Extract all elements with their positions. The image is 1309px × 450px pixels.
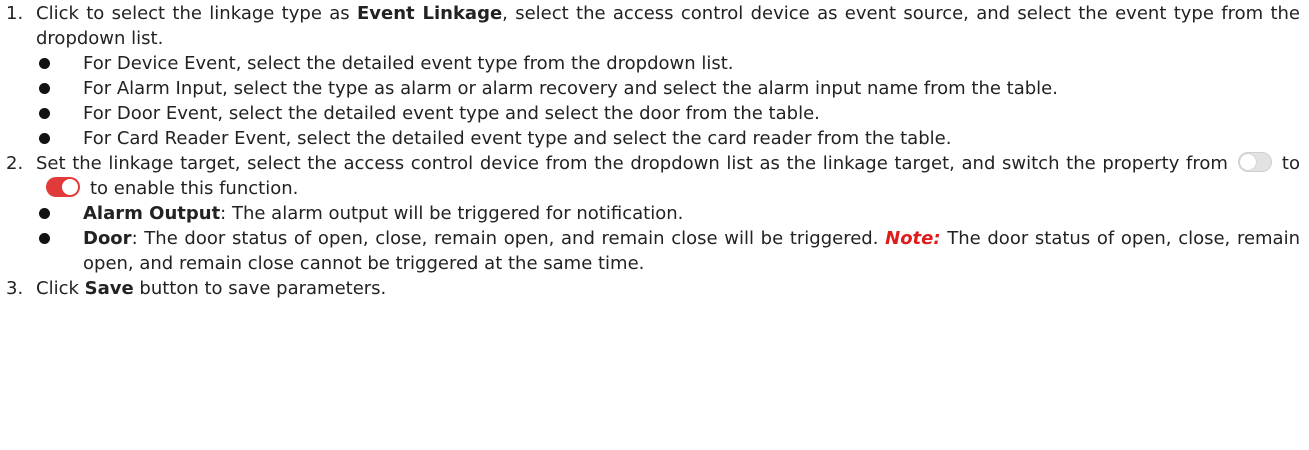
bullet-item: For Alarm Input, select the type as alar… — [0, 76, 1300, 101]
bullet-icon — [39, 58, 50, 69]
step-number: 1. — [6, 3, 24, 24]
step-text: Click to select the linkage type as Even… — [36, 1, 1300, 51]
bullet-term: Alarm Output — [83, 203, 221, 224]
bullet-text: For Device Event, select the detailed ev… — [83, 53, 734, 74]
bullet-icon — [39, 133, 50, 144]
bullet-item: Alarm Output: The alarm output will be t… — [0, 201, 1300, 226]
step-2: 2. Set the linkage target, select the ac… — [0, 151, 1300, 201]
bullet-icon — [39, 208, 50, 219]
step-text: Set the linkage target, select the acces… — [36, 151, 1300, 201]
toggle-off-icon — [1237, 152, 1272, 172]
note-label: Note: — [885, 228, 941, 249]
step-text-bold: Event Linkage — [356, 3, 503, 24]
step-text-post: button to save parameters. — [133, 278, 387, 299]
step-2-bullet-list: Alarm Output: The alarm output will be t… — [0, 201, 1300, 276]
step-1-bullet-list: For Device Event, select the detailed ev… — [0, 51, 1300, 151]
step-text-post: to enable this function. — [90, 178, 299, 199]
bullet-icon — [39, 108, 50, 119]
bullet-text: : The alarm output will be triggered for… — [220, 203, 684, 224]
bullet-item: For Card Reader Event, select the detail… — [0, 126, 1300, 151]
bullet-item: For Device Event, select the detailed ev… — [0, 51, 1300, 76]
step-text-mid: to — [1281, 153, 1300, 174]
bullet-icon — [39, 233, 50, 244]
bullet-text: For Door Event, select the detailed even… — [83, 103, 820, 124]
step-text-bold: Save — [84, 278, 134, 299]
step-text: Click Save button to save parameters. — [36, 276, 1300, 301]
step-1: 1. Click to select the linkage type as E… — [0, 1, 1300, 51]
step-number: 3. — [6, 278, 24, 299]
step-text-pre: Click to select the linkage type as — [36, 3, 357, 24]
bullet-text: : The door status of open, close, remain… — [131, 228, 886, 249]
bullet-text: For Alarm Input, select the type as alar… — [83, 78, 1058, 99]
step-number: 2. — [6, 153, 24, 174]
bullet-item: Door: The door status of open, close, re… — [0, 226, 1300, 276]
step-3: 3. Click Save button to save parameters. — [0, 276, 1300, 301]
bullet-icon — [39, 83, 50, 94]
bullet-item: For Door Event, select the detailed even… — [0, 101, 1300, 126]
toggle-knob — [1239, 154, 1256, 170]
step-text-pre: Set the linkage target, select the acces… — [36, 153, 1228, 174]
toggle-on-icon — [46, 177, 80, 197]
instruction-document: 1. Click to select the linkage type as E… — [0, 1, 1300, 301]
toggle-knob — [62, 179, 78, 195]
bullet-text: For Card Reader Event, select the detail… — [83, 128, 952, 149]
bullet-term: Door — [83, 228, 132, 249]
step-text-pre: Click — [36, 278, 85, 299]
